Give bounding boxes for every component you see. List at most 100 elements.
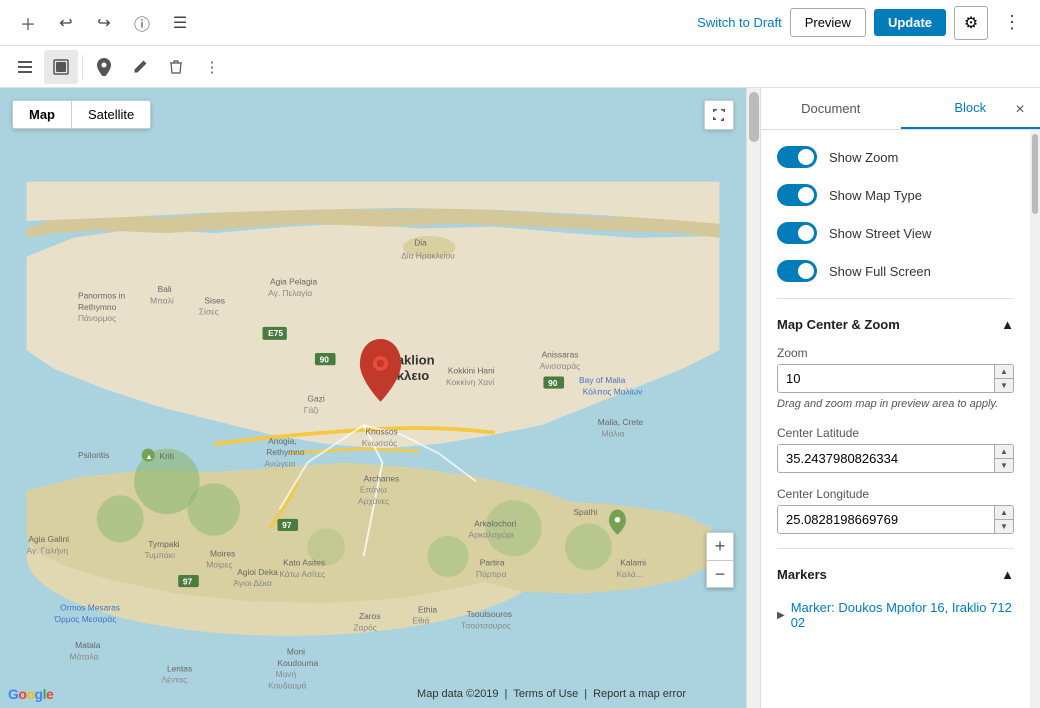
toggle-show-full-screen-switch[interactable] — [777, 260, 817, 282]
map-zoom-buttons: + − — [706, 532, 734, 588]
map-block-btn[interactable] — [44, 50, 78, 84]
svg-text:Koudouma: Koudouma — [277, 658, 318, 668]
tab-document[interactable]: Document — [761, 88, 901, 129]
svg-text:97: 97 — [282, 520, 292, 530]
center-lat-increment-btn[interactable]: ▲ — [995, 445, 1013, 459]
center-lat-label: Center Latitude — [777, 426, 1014, 440]
list-view-button[interactable]: ☰ — [164, 7, 196, 39]
toggle-show-street-view-switch[interactable] — [777, 222, 817, 244]
center-lng-decrement-btn[interactable]: ▼ — [995, 520, 1013, 533]
zoom-increment-btn[interactable]: ▲ — [995, 365, 1013, 379]
svg-text:Rethymno: Rethymno — [266, 447, 305, 457]
vertical-scrollbar[interactable] — [746, 88, 760, 708]
map-report-link[interactable]: Report a map error — [593, 688, 686, 700]
svg-text:Dia: Dia — [414, 237, 427, 247]
map-fullscreen-btn[interactable] — [704, 100, 734, 130]
svg-text:Ανισσαράς: Ανισσαράς — [540, 361, 580, 371]
toggle-show-map-type-label: Show Map Type — [829, 188, 922, 203]
svg-text:Moni: Moni — [287, 647, 305, 657]
marker-expand-arrow: ▶ — [777, 610, 785, 621]
center-lng-increment-btn[interactable]: ▲ — [995, 506, 1013, 520]
svg-text:Πάνορμος: Πάνορμος — [78, 313, 116, 323]
toggle-show-street-view-label: Show Street View — [829, 226, 931, 241]
svg-text:97: 97 — [183, 576, 193, 586]
svg-text:Partira: Partira — [480, 558, 505, 568]
update-button[interactable]: Update — [874, 9, 946, 36]
more-options-button[interactable]: ⋮ — [996, 7, 1028, 39]
switch-to-draft-button[interactable]: Switch to Draft — [697, 15, 782, 30]
svg-text:Καλά...: Καλά... — [617, 569, 643, 579]
sidebar-tabs: Document Block × — [761, 88, 1040, 130]
svg-text:90: 90 — [320, 354, 330, 364]
svg-text:Αγ. Γαλήνη: Αγ. Γαλήνη — [26, 545, 68, 555]
section-divider-1 — [777, 298, 1014, 299]
svg-text:Κνωσσός: Κνωσσός — [362, 438, 397, 448]
svg-text:Agia Galini: Agia Galini — [28, 534, 69, 544]
preview-button[interactable]: Preview — [790, 8, 866, 37]
pencil-btn[interactable] — [123, 50, 157, 84]
svg-text:Anogia,: Anogia, — [268, 436, 297, 446]
svg-text:Επάνω: Επάνω — [360, 485, 387, 495]
map-zoom-in-btn[interactable]: + — [706, 532, 734, 560]
center-lat-input-wrap: ▲ ▼ — [777, 444, 1014, 473]
map-zoom-out-btn[interactable]: − — [706, 560, 734, 588]
center-lng-input[interactable] — [778, 506, 994, 533]
svg-text:Kalami: Kalami — [620, 558, 646, 568]
map-attribution-sep2: | — [584, 688, 587, 700]
svg-text:Bay of Malia: Bay of Malia — [579, 375, 626, 385]
info-button[interactable]: ⓘ — [126, 7, 158, 39]
svg-text:Αρκαλοχώρι: Αρκαλοχώρι — [469, 530, 514, 540]
marker-item-label: Marker: Doukos Mpofor 16, Iraklio 712 02 — [791, 600, 1014, 630]
svg-text:Κουδουμά: Κουδουμά — [268, 680, 307, 690]
map-terms-link[interactable]: Terms of Use — [513, 688, 578, 700]
sidebar-scroll-area: Show Zoom Show Map Type Show Street View… — [761, 130, 1040, 708]
section-header-map-center-zoom[interactable]: Map Center & Zoom ▲ — [777, 313, 1014, 332]
toggle-show-map-type-switch[interactable] — [777, 184, 817, 206]
add-block-button[interactable]: ＋ — [12, 7, 44, 39]
redo-button[interactable]: ↪ — [88, 7, 120, 39]
svg-text:Τυμπάκι: Τυμπάκι — [144, 550, 175, 560]
svg-text:Malia, Crete: Malia, Crete — [598, 417, 644, 427]
zoom-spinners: ▲ ▼ — [994, 365, 1013, 392]
map-type-satellite-btn[interactable]: Satellite — [71, 101, 150, 128]
center-lat-decrement-btn[interactable]: ▼ — [995, 459, 1013, 472]
zoom-hint-text: Drag and zoom map in preview area to app… — [777, 397, 1014, 412]
section-divider-2 — [777, 548, 1014, 549]
svg-text:Anissaras: Anissaras — [542, 350, 579, 360]
more-block-options-btn[interactable]: ⋮ — [195, 50, 229, 84]
center-lat-field-group: Center Latitude ▲ ▼ — [777, 426, 1014, 473]
map-type-map-btn[interactable]: Map — [13, 101, 71, 128]
svg-text:Rethymno: Rethymno — [78, 302, 117, 312]
svg-text:Arkalochori: Arkalochori — [474, 518, 516, 528]
svg-text:Lentas: Lentas — [167, 663, 192, 673]
center-lat-input[interactable] — [778, 445, 994, 472]
list-view-icon-btn[interactable] — [8, 50, 42, 84]
toggle-show-zoom-switch[interactable] — [777, 146, 817, 168]
sidebar-scrollbar[interactable] — [1030, 130, 1040, 708]
zoom-field-group: Zoom ▲ ▼ Drag and zoom map in preview ar… — [777, 346, 1014, 412]
settings-button[interactable]: ⚙ — [954, 6, 988, 40]
chevron-up-icon-markers: ▲ — [1001, 567, 1014, 582]
svg-text:Agioi Deka: Agioi Deka — [237, 567, 278, 577]
map-container[interactable]: Panormos in Rethymno Πάνορμος Bali Μπαλί… — [0, 88, 746, 708]
sidebar-content: Show Zoom Show Map Type Show Street View… — [761, 130, 1030, 708]
sidebar-close-btn[interactable]: × — [1006, 96, 1034, 124]
zoom-input[interactable] — [778, 365, 994, 392]
zoom-decrement-btn[interactable]: ▼ — [995, 379, 1013, 392]
svg-text:Εθιά: Εθιά — [412, 616, 429, 626]
svg-text:Αρχάνες: Αρχάνες — [358, 496, 389, 506]
marker-btn[interactable] — [87, 50, 121, 84]
section-header-markers[interactable]: Markers ▲ — [777, 563, 1014, 582]
svg-text:Τσούτσουρος: Τσούτσουρος — [461, 620, 511, 630]
marker-list-item[interactable]: ▶ Marker: Doukos Mpofor 16, Iraklio 712 … — [777, 596, 1014, 634]
svg-text:Tympaki: Tympaki — [148, 539, 179, 549]
google-logo: Google — [8, 686, 53, 702]
svg-text:Όρμος Μεσαράς: Όρμος Μεσαράς — [54, 614, 117, 624]
svg-text:Άγιοι Δέκα: Άγιοι Δέκα — [233, 578, 271, 588]
map-background: Panormos in Rethymno Πάνορμος Bali Μπαλί… — [0, 88, 746, 708]
svg-text:Bali: Bali — [158, 284, 172, 294]
trash-btn[interactable] — [159, 50, 193, 84]
undo-button[interactable]: ↩ — [50, 7, 82, 39]
center-lng-spinners: ▲ ▼ — [994, 506, 1013, 533]
svg-text:Πάρτιρα: Πάρτιρα — [476, 569, 507, 579]
